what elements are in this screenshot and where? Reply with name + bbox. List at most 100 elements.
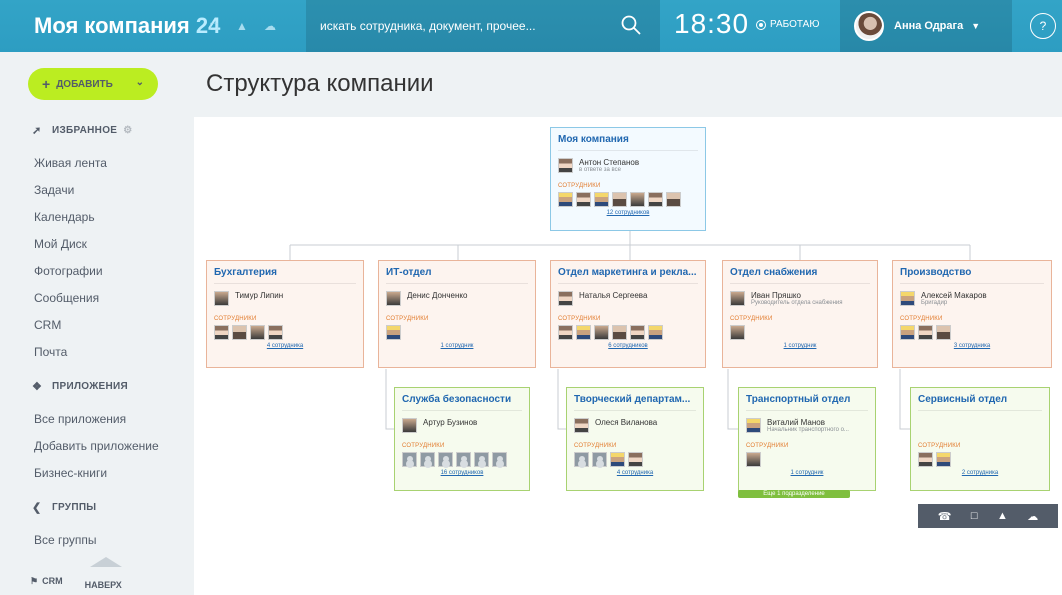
scroll-up-icon[interactable] xyxy=(90,557,122,567)
more-subdivisions-link[interactable]: Еще 1 подразделение xyxy=(738,490,850,498)
card-head[interactable]: Антон Степанов в ответе за все xyxy=(558,158,698,178)
card-title[interactable]: Сервисный отдел xyxy=(918,394,1042,411)
card-head[interactable]: Тимур Липин xyxy=(214,291,356,311)
favorites-header[interactable]: ➚ ИЗБРАННОЕ ⚙ xyxy=(0,118,190,142)
avatar[interactable] xyxy=(666,192,681,207)
sidebar-item-calendar[interactable]: Календарь xyxy=(0,204,190,231)
sidebar-item-mail[interactable]: Почта xyxy=(0,339,190,366)
sidebar-item-business-books[interactable]: Бизнес-книги xyxy=(0,460,190,487)
chat-icon[interactable]: □ xyxy=(200,0,228,52)
avatar[interactable] xyxy=(576,325,591,340)
employee-count-link[interactable]: 1 сотрудник xyxy=(746,470,868,476)
search-icon[interactable] xyxy=(620,14,642,36)
employee-count-link[interactable]: 16 сотрудников xyxy=(402,470,522,476)
employee-count-link[interactable]: 4 сотрудника xyxy=(574,470,696,476)
apps-header[interactable]: ❖ ПРИЛОЖЕНИЯ xyxy=(0,374,190,398)
employee-count-link[interactable]: 1 сотрудник xyxy=(386,343,528,349)
avatar[interactable] xyxy=(918,325,933,340)
bell-icon[interactable]: ▲ xyxy=(228,0,256,52)
avatar[interactable] xyxy=(402,452,417,467)
to-top-button[interactable]: НАВЕРХ xyxy=(85,580,122,590)
avatar[interactable] xyxy=(386,325,401,340)
card-head[interactable]: Алексей Макаров Бригадир xyxy=(900,291,1044,311)
help-button[interactable]: ? xyxy=(1030,13,1056,39)
crm-section[interactable]: ⚑ CRM xyxy=(30,576,63,587)
avatar[interactable] xyxy=(900,325,915,340)
org-card-production[interactable]: Производство Алексей Макаров Бригадир СОТ… xyxy=(892,260,1052,368)
avatar[interactable] xyxy=(612,325,627,340)
org-card-creative[interactable]: Творческий департам... Олеся Виланова СО… xyxy=(566,387,704,491)
avatar[interactable] xyxy=(610,452,625,467)
avatar[interactable] xyxy=(630,325,645,340)
card-title[interactable]: Транспортный отдел xyxy=(746,394,868,411)
avatar[interactable] xyxy=(746,452,761,467)
org-card-root[interactable]: Моя компания Антон Степанов в ответе за в… xyxy=(550,127,706,231)
avatar[interactable] xyxy=(474,452,489,467)
org-card-it[interactable]: ИТ-отдел Денис Донченко СОТРУДНИКИ 1 сот… xyxy=(378,260,536,368)
org-card-security[interactable]: Служба безопасности Артур Бузинов СОТРУД… xyxy=(394,387,530,491)
employee-count-link[interactable]: 1 сотрудник xyxy=(730,343,870,349)
avatar[interactable] xyxy=(628,452,643,467)
employee-count-link[interactable]: 12 сотрудников xyxy=(558,210,698,216)
search-input[interactable] xyxy=(306,19,606,33)
card-head[interactable]: Наталья Сергеева xyxy=(558,291,698,311)
groups-header[interactable]: ❮ ГРУППЫ xyxy=(0,495,190,519)
avatar[interactable] xyxy=(918,452,933,467)
avatar[interactable] xyxy=(492,452,507,467)
card-head[interactable]: Артур Бузинов xyxy=(402,418,522,438)
avatar[interactable] xyxy=(612,192,627,207)
avatar[interactable] xyxy=(438,452,453,467)
avatar[interactable] xyxy=(574,452,589,467)
sidebar-item-all-apps[interactable]: Все приложения xyxy=(0,406,190,433)
org-card-marketing[interactable]: Отдел маркетинга и рекла... Наталья Серг… xyxy=(550,260,706,368)
avatar[interactable] xyxy=(558,325,573,340)
avatar[interactable] xyxy=(936,452,951,467)
card-title[interactable]: ИТ-отдел xyxy=(386,267,528,284)
avatar[interactable] xyxy=(594,192,609,207)
card-title[interactable]: Моя компания xyxy=(558,134,698,151)
employee-count-link[interactable]: 3 сотрудника xyxy=(900,343,1044,349)
avatar[interactable] xyxy=(648,192,663,207)
card-head[interactable]: Виталий Манов Начальник транспортного о..… xyxy=(746,418,868,438)
user-menu[interactable]: Анна Одрага ▼ xyxy=(840,0,1012,52)
org-card-supply[interactable]: Отдел снабжения Иван Пряшко Руководитель … xyxy=(722,260,878,368)
card-title[interactable]: Творческий департам... xyxy=(574,394,696,411)
sidebar-item-crm[interactable]: CRM xyxy=(0,312,190,339)
sidebar-item-photos[interactable]: Фотографии xyxy=(0,258,190,285)
card-head[interactable]: Денис Донченко xyxy=(386,291,528,311)
avatar[interactable] xyxy=(594,325,609,340)
sidebar-item-feed[interactable]: Живая лента xyxy=(0,150,190,177)
avatar[interactable] xyxy=(576,192,591,207)
sidebar-item-disk[interactable]: Мой Диск xyxy=(0,231,190,258)
bell-icon[interactable]: ▲ xyxy=(997,510,1008,522)
avatar[interactable] xyxy=(420,452,435,467)
avatar[interactable] xyxy=(214,325,229,340)
cloud-icon[interactable]: ☁ xyxy=(256,0,284,52)
card-title[interactable]: Бухгалтерия xyxy=(214,267,356,284)
add-button[interactable]: + ДОБАВИТЬ ⌄ xyxy=(28,68,158,100)
avatar[interactable] xyxy=(558,192,573,207)
avatar[interactable] xyxy=(268,325,283,340)
avatar[interactable] xyxy=(730,325,745,340)
sidebar-item-add-app[interactable]: Добавить приложение xyxy=(0,433,190,460)
avatar[interactable] xyxy=(250,325,265,340)
avatar[interactable] xyxy=(936,325,951,340)
employee-count-link[interactable]: 4 сотрудника xyxy=(214,343,356,349)
avatar[interactable] xyxy=(592,452,607,467)
card-head[interactable]: Олеся Виланова xyxy=(574,418,696,438)
card-title[interactable]: Производство xyxy=(900,267,1044,284)
avatar[interactable] xyxy=(456,452,471,467)
org-card-transport[interactable]: Транспортный отдел Виталий Манов Начальни… xyxy=(738,387,876,491)
org-card-accounting[interactable]: Бухгалтерия Тимур Липин СОТРУДНИКИ 4 сот… xyxy=(206,260,364,368)
employee-count-link[interactable]: 6 сотрудников xyxy=(558,343,698,349)
avatar[interactable] xyxy=(648,325,663,340)
sidebar-item-messages[interactable]: Сообщения xyxy=(0,285,190,312)
avatar[interactable] xyxy=(630,192,645,207)
gear-icon[interactable]: ⚙ xyxy=(123,125,132,136)
work-status[interactable]: РАБОТАЮ xyxy=(756,19,819,30)
sidebar-item-tasks[interactable]: Задачи xyxy=(0,177,190,204)
phone-icon[interactable]: ☎ xyxy=(938,510,952,523)
card-title[interactable]: Отдел снабжения xyxy=(730,267,870,284)
cloud-icon[interactable]: ☁ xyxy=(1027,510,1038,523)
card-title[interactable]: Отдел маркетинга и рекла... xyxy=(558,267,698,284)
